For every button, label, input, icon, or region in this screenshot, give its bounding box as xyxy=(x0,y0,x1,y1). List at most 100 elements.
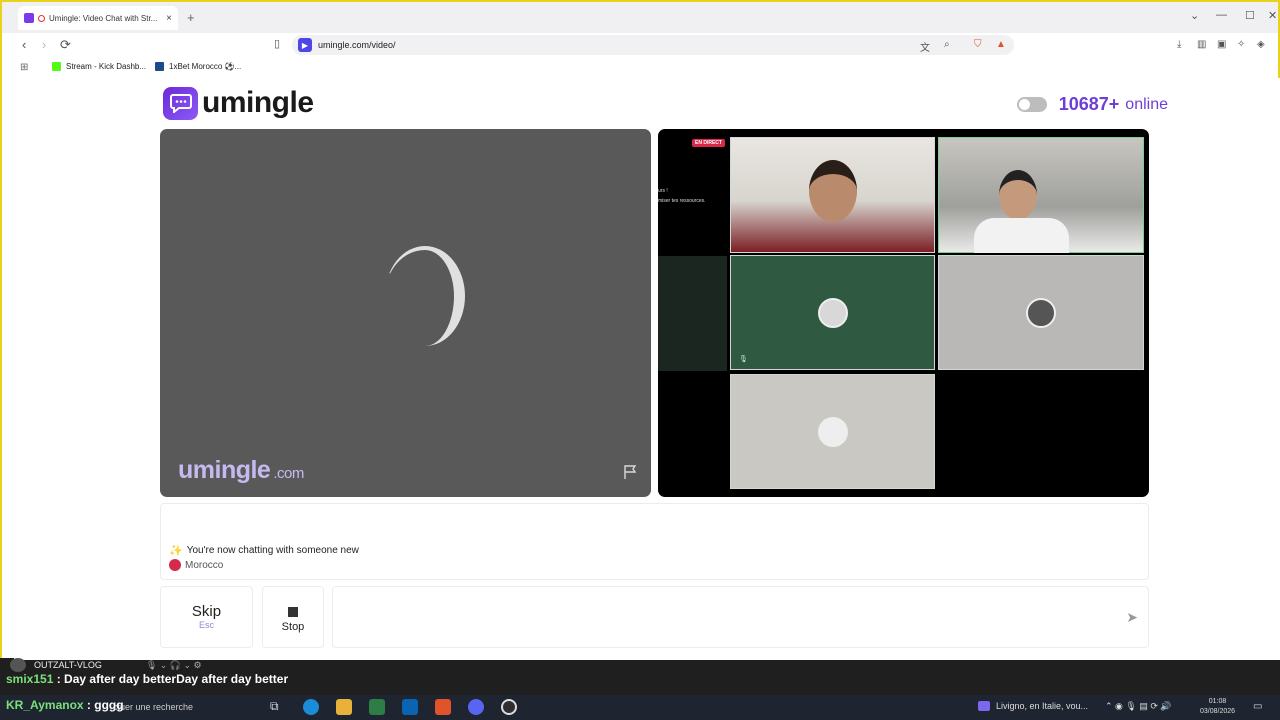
skip-label: Skip xyxy=(191,603,222,620)
live-badge: EN DIRECT xyxy=(692,139,725,147)
wallet-icon[interactable]: ▣ xyxy=(1217,39,1226,50)
bookmark-label: Stream - Kick Dashb... xyxy=(66,62,147,71)
online-label: online xyxy=(1125,95,1168,113)
skip-button[interactable]: Skip Esc xyxy=(160,586,253,648)
tab-list-icon[interactable]: ⌄ xyxy=(1190,9,1199,22)
back-icon[interactable]: ‹ xyxy=(22,37,26,52)
system-message: ✨ You're now chatting with someone new xyxy=(169,545,359,557)
minimize-icon[interactable]: — xyxy=(1216,9,1227,21)
stranger-country: Morocco xyxy=(169,559,223,571)
user-avatar xyxy=(817,297,848,328)
send-icon[interactable]: ➤ xyxy=(1126,609,1138,626)
morocco-flag-icon xyxy=(169,559,181,571)
stream-chat-message-2: KR_Aymanox : gggg xyxy=(6,698,124,712)
reload-icon[interactable]: ⟳ xyxy=(60,37,71,53)
streamer-name: OUTZALT-VLOG xyxy=(34,660,102,670)
stop-icon xyxy=(288,607,298,617)
camera-tile-2[interactable] xyxy=(938,137,1144,253)
participant-face xyxy=(999,170,1037,220)
url-text: umingle.com/video/ xyxy=(318,40,396,50)
system-tray-icons[interactable]: ⌃ ◉ 🎙 ▤ ⟳ 🔊 xyxy=(1105,701,1172,712)
bookmark-label: 1xBet Morocco ⚽... xyxy=(169,62,242,71)
site-logo[interactable]: umingle xyxy=(163,86,314,120)
clock-date: 03/08/2026 xyxy=(1200,708,1236,715)
overlay-controls-icon: 🎙 ⌄ 🎧 ⌄ ⚙ xyxy=(145,659,202,670)
new-tab-button[interactable]: + xyxy=(187,10,195,25)
logo-text: umingle xyxy=(202,86,314,119)
avatar-tile-2[interactable] xyxy=(938,255,1144,370)
chat-username: KR_Aymanox xyxy=(6,698,84,712)
forward-icon[interactable]: › xyxy=(42,37,46,52)
url-field[interactable]: ▶ umingle.com/video/ xyxy=(292,35,1014,55)
close-window-icon[interactable]: ✕ xyxy=(1268,9,1277,22)
camera-tile-1[interactable] xyxy=(730,137,935,253)
translate-icon[interactable]: 文 xyxy=(920,39,930,54)
obs-icon[interactable] xyxy=(501,699,517,715)
weather-widget[interactable]: Livigno, en Italie, vou... xyxy=(978,701,1088,711)
side-caption: urs ! miser tes ressources. xyxy=(658,188,706,204)
weather-icon xyxy=(978,701,990,711)
file-explorer-icon[interactable] xyxy=(336,699,352,715)
download-icon[interactable]: ⤓ xyxy=(1177,39,1181,50)
chat-bubble-icon xyxy=(163,86,198,120)
online-count: 10687+ xyxy=(1058,94,1120,114)
chat-text: : Day after day betterDay after day bett… xyxy=(56,672,289,686)
bookmarks-bar: ⊞ Stream - Kick Dashb... 1xBet Morocco ⚽… xyxy=(2,59,1278,77)
avatar-tile-3[interactable] xyxy=(730,374,935,489)
stop-button[interactable]: Stop xyxy=(262,586,324,648)
bookmark-icon[interactable]: ▯ xyxy=(274,37,280,50)
zoom-icon[interactable]: ⌕ xyxy=(944,39,950,50)
stranger-video: umingle .com xyxy=(160,129,651,497)
edge-icon[interactable] xyxy=(303,699,319,715)
maximize-icon[interactable]: ☐ xyxy=(1245,9,1255,22)
brave-icon[interactable] xyxy=(435,699,451,715)
bookmark-kick[interactable]: Stream - Kick Dashb... xyxy=(52,62,146,71)
brave-shield-icon[interactable]: ⛉ xyxy=(974,39,982,50)
chat-username: smix151 xyxy=(6,672,54,686)
bookmark-1xbet[interactable]: 1xBet Morocco ⚽... xyxy=(155,62,241,71)
avatar-tile-1[interactable]: 🎙 xyxy=(730,255,935,370)
notification-icon[interactable]: ▭ xyxy=(1253,701,1262,712)
tab-bar: Umingle: Video Chat with Str... × + ⌄ — … xyxy=(2,2,1278,33)
clock-time: 01:08 xyxy=(1208,698,1227,705)
leo-icon[interactable]: ✧ xyxy=(1237,39,1245,50)
loading-spinner-icon xyxy=(385,246,465,346)
browser-tab[interactable]: Umingle: Video Chat with Str... × xyxy=(18,6,178,30)
muted-mic-icon: 🎙 xyxy=(739,356,748,363)
site-icon: ▶ xyxy=(298,38,312,52)
video-watermark: umingle .com xyxy=(178,456,304,484)
message-input[interactable]: ➤ xyxy=(332,586,1149,648)
side-panel xyxy=(658,256,727,371)
user-avatar xyxy=(1026,297,1056,328)
sidebar-icon[interactable]: ▥ xyxy=(1197,39,1206,50)
user-avatar xyxy=(817,416,848,447)
participant-body xyxy=(974,218,1069,253)
chat-text: : gggg xyxy=(86,698,124,712)
vpn-icon[interactable]: ◈ xyxy=(1257,39,1265,50)
taskbar-search[interactable]: ctuer une recherche xyxy=(113,702,193,712)
task-view-icon[interactable]: ⧉ xyxy=(270,699,286,715)
tab-close-icon[interactable]: × xyxy=(166,13,172,24)
stream-chat-message-1: smix151 : Day after day betterDay after … xyxy=(6,672,288,686)
umingle-page: umingle 10687+ online umingle .com EN DIR… xyxy=(14,78,1280,660)
umingle-favicon-icon xyxy=(24,13,34,23)
store-icon[interactable] xyxy=(369,699,385,715)
report-flag-icon[interactable] xyxy=(623,464,639,485)
online-indicator: 10687+ online xyxy=(1016,94,1168,115)
rewards-icon[interactable]: ▲ xyxy=(996,39,1006,50)
sparkle-icon: ✨ xyxy=(169,545,183,557)
streamer-avatar xyxy=(10,658,26,672)
stop-label: Stop xyxy=(281,621,305,633)
tab-title: Umingle: Video Chat with Str... xyxy=(49,13,158,23)
recording-icon xyxy=(38,14,45,22)
self-video-discord-call: EN DIRECT urs ! miser tes ressources. 🎙 xyxy=(658,129,1149,497)
discord-icon[interactable] xyxy=(468,699,484,715)
participant-face xyxy=(809,160,857,222)
theme-toggle[interactable] xyxy=(1016,97,1047,112)
stream-overlay-user: OUTZALT-VLOG 🎙 ⌄ 🎧 ⌄ ⚙ xyxy=(10,658,202,672)
taskbar-clock[interactable]: 01:08 03/08/2026 xyxy=(1200,697,1235,717)
address-bar-row: ‹ › ⟳ ▯ ▶ umingle.com/video/ 文 ⌕ ⛉ ▲ ⤓ ▥… xyxy=(2,33,1278,57)
apps-grid-icon[interactable]: ⊞ xyxy=(20,62,28,73)
1xbet-icon xyxy=(155,62,164,71)
outlook-icon[interactable] xyxy=(402,699,418,715)
